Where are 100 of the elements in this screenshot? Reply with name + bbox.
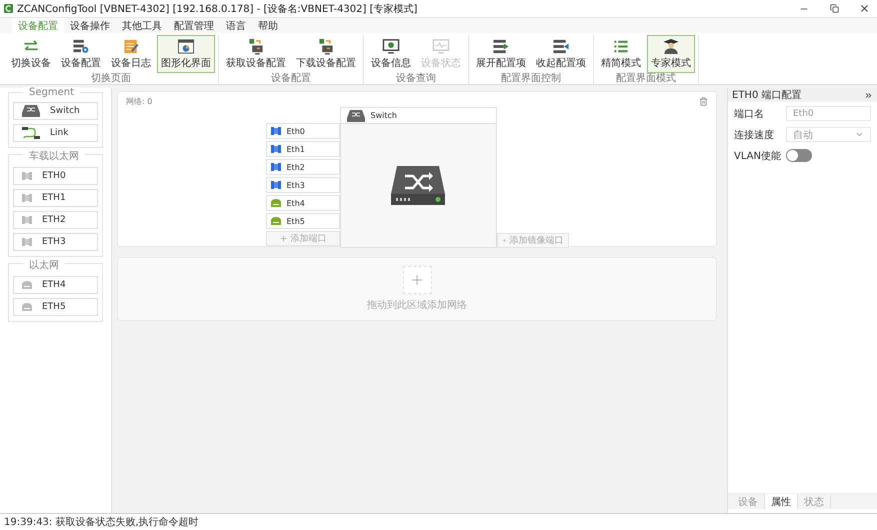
- status-message: 19:39:43: 获取设备状态失败,执行命令超时: [4, 516, 199, 529]
- palette-item[interactable]: ETH5: [13, 298, 98, 316]
- port-connector-icon: [22, 194, 32, 202]
- menu-tab[interactable]: 配置管理: [168, 18, 220, 34]
- plus-icon: [502, 236, 506, 245]
- palette-item[interactable]: Switch: [13, 102, 98, 120]
- menu-tab[interactable]: 设备操作: [64, 18, 116, 34]
- toggle-switch[interactable]: [786, 149, 812, 162]
- palette-label: ETH2: [42, 215, 66, 225]
- field-label: VLAN使能: [734, 150, 782, 162]
- ribbon-button[interactable]: 切换设备: [7, 35, 55, 73]
- ribbon-button[interactable]: 图形化界面: [157, 35, 215, 73]
- ribbon-button[interactable]: 专家模式: [647, 35, 695, 73]
- palette-label: ETH5: [42, 302, 66, 312]
- port-connector-icon: [270, 145, 280, 153]
- ethernet-port-icon: [270, 199, 280, 207]
- palette-item[interactable]: Link: [13, 124, 98, 142]
- cable-icon: [22, 127, 40, 139]
- palette-item[interactable]: ETH0: [13, 167, 98, 185]
- palette-label: Switch: [50, 106, 80, 116]
- port-connector-icon: [270, 181, 280, 189]
- server-gear-icon: [72, 38, 90, 55]
- palette-item[interactable]: ETH2: [13, 211, 98, 229]
- port-label: Eth5: [286, 216, 305, 226]
- window-title: ZCANConfigTool [VBNET-4302] [192.168.0.178] - [设备名:VBNET-4302] [专家模式]: [17, 2, 418, 16]
- port-connector-icon: [270, 163, 280, 171]
- notepad-icon: [122, 38, 140, 55]
- bullet-list-icon: [612, 38, 630, 55]
- port-row[interactable]: Eth2: [266, 159, 340, 175]
- group-label: 设备查询: [396, 73, 436, 85]
- monitor-transfer-icon: [247, 38, 265, 55]
- network-label: 网络: 0: [126, 96, 152, 107]
- port-row[interactable]: Eth1: [266, 141, 340, 157]
- collapse-icon[interactable]: [864, 90, 873, 100]
- group-label: 配置界面控制: [501, 73, 561, 85]
- palette-label: ETH0: [42, 171, 66, 181]
- plus-icon: [409, 272, 425, 288]
- palette-label: ETH3: [42, 237, 66, 247]
- palette-item[interactable]: ETH1: [13, 189, 98, 207]
- graduate-icon: [662, 38, 680, 55]
- list-arrow-icon: [492, 38, 510, 55]
- ribbon-button[interactable]: 展开配置项: [472, 35, 530, 73]
- field-label: 连接速度: [734, 128, 775, 142]
- panel-title: ETH0 端口配置: [732, 88, 802, 102]
- drop-hint: 拖动到此区域添加网络: [367, 298, 467, 312]
- ribbon-button[interactable]: 设备日志: [107, 35, 155, 73]
- ribbon-button[interactable]: 收起配置项: [532, 35, 590, 73]
- port-connector-icon: [270, 127, 280, 135]
- ribbon-button[interactable]: 设备信息: [367, 35, 415, 73]
- port-label: Eth2: [286, 162, 305, 172]
- ethernet-port-icon: [22, 281, 32, 289]
- menu-tab[interactable]: 帮助: [252, 18, 284, 34]
- ribbon-button[interactable]: 精简模式: [597, 35, 645, 73]
- port-row[interactable]: Eth3: [266, 177, 340, 193]
- port-row[interactable]: Eth4: [266, 195, 340, 211]
- monitor-transfer-icon: [317, 38, 335, 55]
- switch-device-icon: [22, 105, 40, 117]
- field-label: 端口名: [734, 108, 765, 120]
- port-label: Eth4: [286, 198, 305, 208]
- port-connector-icon: [22, 172, 32, 180]
- trash-icon: [699, 97, 708, 106]
- delete-button[interactable]: [699, 97, 708, 106]
- ribbon-button[interactable]: 下载设备配置: [292, 35, 360, 73]
- menu-tab[interactable]: 语言: [220, 18, 252, 34]
- palette-label: Link: [50, 128, 68, 138]
- app-logo-icon: [4, 4, 13, 13]
- switch-device-icon: [346, 110, 364, 122]
- group-label: 配置界面模式: [616, 73, 676, 85]
- ribbon-button[interactable]: 获取设备配置: [222, 35, 290, 73]
- port-connector-icon: [22, 238, 32, 246]
- port-label: Eth0: [286, 126, 305, 136]
- list-arrow-icon: [552, 38, 570, 55]
- palette-label: ETH1: [42, 193, 66, 203]
- plus-icon: [278, 234, 288, 243]
- palette-label: ETH4: [42, 280, 66, 290]
- switch-node[interactable]: Switch: [340, 107, 496, 248]
- ribbon-button[interactable]: 设备配置: [57, 35, 105, 73]
- close-icon: [858, 3, 870, 14]
- group-label: 设备配置: [271, 73, 311, 85]
- section-title: Segment: [23, 87, 80, 98]
- palette-item[interactable]: ETH4: [13, 276, 98, 294]
- port-connector-icon: [22, 216, 32, 224]
- monitor-pulse-icon: [432, 38, 450, 55]
- monitor-info-icon: [382, 38, 400, 55]
- section-title: 以太网: [23, 258, 65, 272]
- chart-window-icon: [177, 38, 195, 55]
- menu-tab[interactable]: 其他工具: [116, 18, 168, 34]
- port-row[interactable]: Eth0: [266, 123, 340, 139]
- port-row[interactable]: Eth5: [266, 213, 340, 229]
- palette-item[interactable]: ETH3: [13, 233, 98, 251]
- network-switch-drawing: [391, 166, 445, 205]
- section-title: 车载以太网: [23, 149, 85, 163]
- switch-title: Switch: [370, 111, 397, 120]
- dropdown-icon: [855, 130, 864, 139]
- panel-tab[interactable]: 属性: [765, 494, 798, 509]
- restore-icon: [830, 4, 838, 13]
- port-label: Eth1: [286, 144, 305, 154]
- group-label: 切换页面: [91, 73, 131, 85]
- ethernet-port-icon: [22, 303, 32, 311]
- menu-tab[interactable]: 设备配置: [12, 18, 64, 34]
